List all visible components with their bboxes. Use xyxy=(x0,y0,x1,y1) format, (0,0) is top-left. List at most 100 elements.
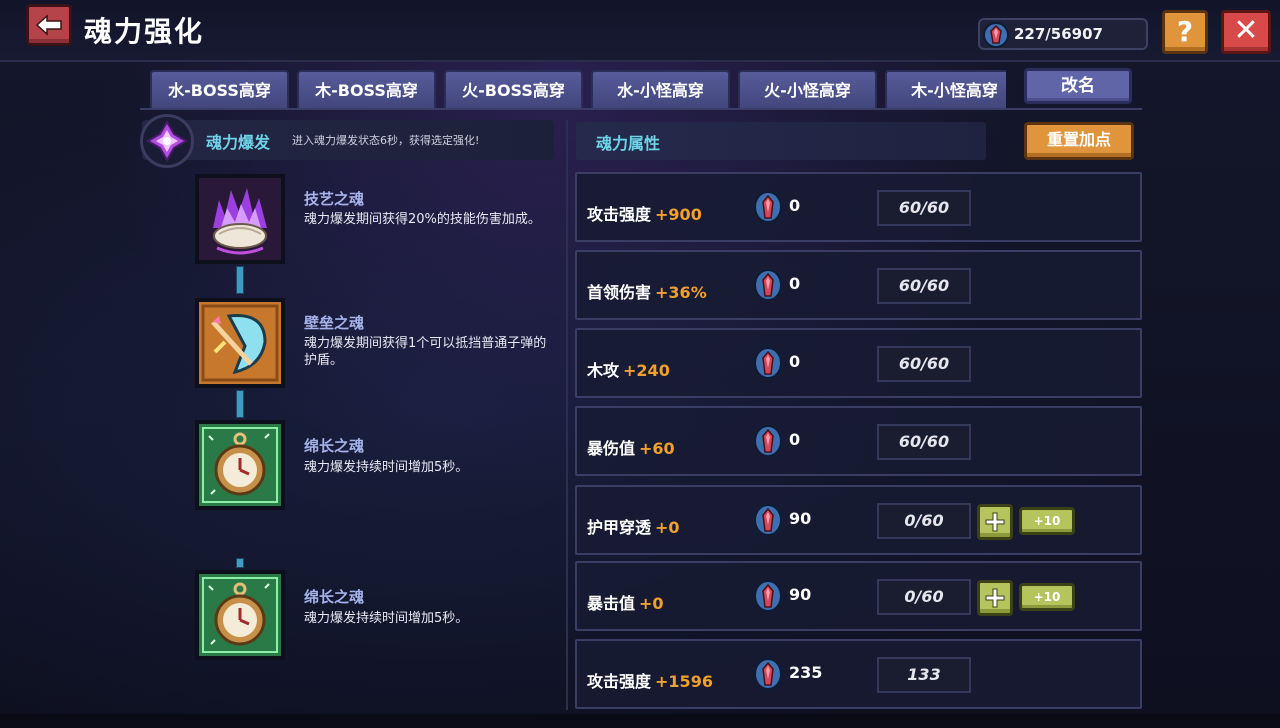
attribute-progress: 60/60 xyxy=(877,424,971,460)
attribute-cost: 0 xyxy=(789,430,801,449)
attribute-bonus: +60 xyxy=(639,439,675,458)
attribute-bonus: +900 xyxy=(655,205,702,224)
help-button[interactable]: ? xyxy=(1162,10,1208,54)
soul-gem-icon xyxy=(754,347,782,379)
attribute-cost: 90 xyxy=(789,509,812,528)
attribute-name: 攻击强度 xyxy=(587,672,652,691)
attribute-progress: 133 xyxy=(877,657,971,693)
shield-boomerang-icon xyxy=(199,302,281,384)
soul-gem-icon xyxy=(983,22,1009,48)
attribute-row: 木攻 +240 0 60/60 xyxy=(575,328,1142,398)
arrow-left-icon xyxy=(35,14,62,36)
tab-preset-2[interactable]: 木-BOSS高穿 xyxy=(297,70,436,110)
attribute-row: 暴击值 +0 90 0/60 +10 xyxy=(575,561,1142,631)
attribute-cost: 0 xyxy=(789,352,801,371)
attribute-label: 攻击强度 +900 xyxy=(587,201,702,225)
screen: 魂力强化 227/56907 ? ✕ 水-BOSS高穿 木-BOSS高穿 火-B… xyxy=(0,0,1280,728)
attribute-cost: 0 xyxy=(789,196,801,215)
attribute-label: 攻击强度 +1596 xyxy=(587,668,713,692)
pocket-watch-icon xyxy=(199,574,281,656)
attribute-name: 护甲穿透 xyxy=(587,518,652,537)
skill-connector xyxy=(236,558,244,568)
soul-gem-icon xyxy=(754,425,782,457)
attribute-name: 暴伤值 xyxy=(587,439,636,458)
currency-display: 227/56907 xyxy=(978,18,1148,50)
attribute-row: 攻击强度 +900 0 60/60 xyxy=(575,172,1142,242)
skill-name: 壁垒之魂 xyxy=(304,314,365,332)
skill-connector xyxy=(236,266,244,294)
tab-preset-5[interactable]: 火-小怪高穿 xyxy=(738,70,877,110)
attribute-name: 首领伤害 xyxy=(587,283,652,302)
soul-gem-icon xyxy=(754,504,782,536)
plus-icon xyxy=(985,512,1005,532)
soul-gem-icon xyxy=(754,191,782,223)
preset-tabs: 水-BOSS高穿 木-BOSS高穿 火-BOSS高穿 水-小怪高穿 火-小怪高穿… xyxy=(150,70,1006,110)
attribute-label: 暴击值 +0 xyxy=(587,590,664,614)
skill-connector xyxy=(236,390,244,418)
attribute-name: 攻击强度 xyxy=(587,205,652,224)
skill-name: 技艺之魂 xyxy=(304,190,365,208)
skill-slot-2[interactable] xyxy=(195,298,285,388)
currency-value: 227/56907 xyxy=(1014,25,1103,43)
attribute-row: 首领伤害 +36% 0 60/60 xyxy=(575,250,1142,320)
back-button[interactable] xyxy=(26,4,72,46)
attributes-title: 魂力属性 xyxy=(596,134,661,153)
column-divider xyxy=(566,120,568,710)
attribute-progress: 60/60 xyxy=(877,346,971,382)
attribute-bonus: +36% xyxy=(655,283,707,302)
soul-gem-icon xyxy=(754,269,782,301)
soul-gem-icon xyxy=(754,658,782,690)
tab-divider xyxy=(140,108,1142,110)
pocket-watch-icon xyxy=(199,424,281,506)
skill-description: 魂力爆发期间获得20%的技能伤害加成。 xyxy=(304,212,541,227)
tab-preset-3[interactable]: 火-BOSS高穿 xyxy=(444,70,583,110)
page-title: 魂力强化 xyxy=(84,15,205,48)
attribute-progress: 0/60 xyxy=(877,503,971,539)
close-button[interactable]: ✕ xyxy=(1221,10,1271,54)
bottom-bar xyxy=(0,714,1280,728)
add-point-button[interactable] xyxy=(977,504,1013,540)
attribute-bonus: +240 xyxy=(623,361,670,380)
attribute-cost: 0 xyxy=(789,274,801,293)
purple-flame-shell-icon xyxy=(199,178,281,260)
attribute-row: 暴伤值 +60 0 60/60 xyxy=(575,406,1142,476)
rename-button[interactable]: 改名 xyxy=(1024,68,1132,104)
skill-slot-3[interactable] xyxy=(195,420,285,510)
add-ten-points-button[interactable]: +10 xyxy=(1019,583,1075,611)
attribute-bonus: +0 xyxy=(639,594,664,613)
skill-name: 绵长之魂 xyxy=(304,588,365,606)
attribute-row: 护甲穿透 +0 90 0/60 +10 xyxy=(575,485,1142,555)
burst-title: 魂力爆发 xyxy=(206,133,271,152)
attribute-row: 攻击强度 +1596 235 133 xyxy=(575,639,1142,709)
burst-description: 进入魂力爆发状态6秒，获得选定强化! xyxy=(292,134,480,147)
plus-icon xyxy=(985,588,1005,608)
attribute-bonus: +0 xyxy=(655,518,680,537)
tab-preset-6[interactable]: 木-小怪高穿 xyxy=(885,70,1006,110)
skill-slot-1[interactable] xyxy=(195,174,285,264)
attribute-label: 首领伤害 +36% xyxy=(587,279,707,303)
skill-name: 绵长之魂 xyxy=(304,437,365,455)
attribute-label: 护甲穿透 +0 xyxy=(587,514,680,538)
attribute-name: 木攻 xyxy=(587,361,620,380)
skill-slot-4[interactable] xyxy=(195,570,285,660)
attribute-cost: 90 xyxy=(789,585,812,604)
skill-description: 魂力爆发持续时间增加5秒。 xyxy=(304,460,469,475)
burst-icon-frame xyxy=(140,114,194,168)
attribute-label: 木攻 +240 xyxy=(587,357,670,381)
skill-description: 魂力爆发期间获得1个可以抵挡普通子弹的护盾。 xyxy=(304,336,547,368)
attribute-cost: 235 xyxy=(789,663,823,682)
reset-points-button[interactable]: 重置加点 xyxy=(1024,122,1134,160)
purple-crystal-icon xyxy=(146,120,188,162)
attribute-progress: 0/60 xyxy=(877,579,971,615)
attribute-progress: 60/60 xyxy=(877,268,971,304)
tab-preset-4[interactable]: 水-小怪高穿 xyxy=(591,70,730,110)
add-point-button[interactable] xyxy=(977,580,1013,616)
skill-description: 魂力爆发持续时间增加5秒。 xyxy=(304,611,469,626)
soul-gem-icon xyxy=(754,580,782,612)
attribute-bonus: +1596 xyxy=(655,672,713,691)
attribute-progress: 60/60 xyxy=(877,190,971,226)
add-ten-points-button[interactable]: +10 xyxy=(1019,507,1075,535)
tab-preset-1[interactable]: 水-BOSS高穿 xyxy=(150,70,289,110)
attribute-name: 暴击值 xyxy=(587,594,636,613)
attribute-label: 暴伤值 +60 xyxy=(587,435,675,459)
